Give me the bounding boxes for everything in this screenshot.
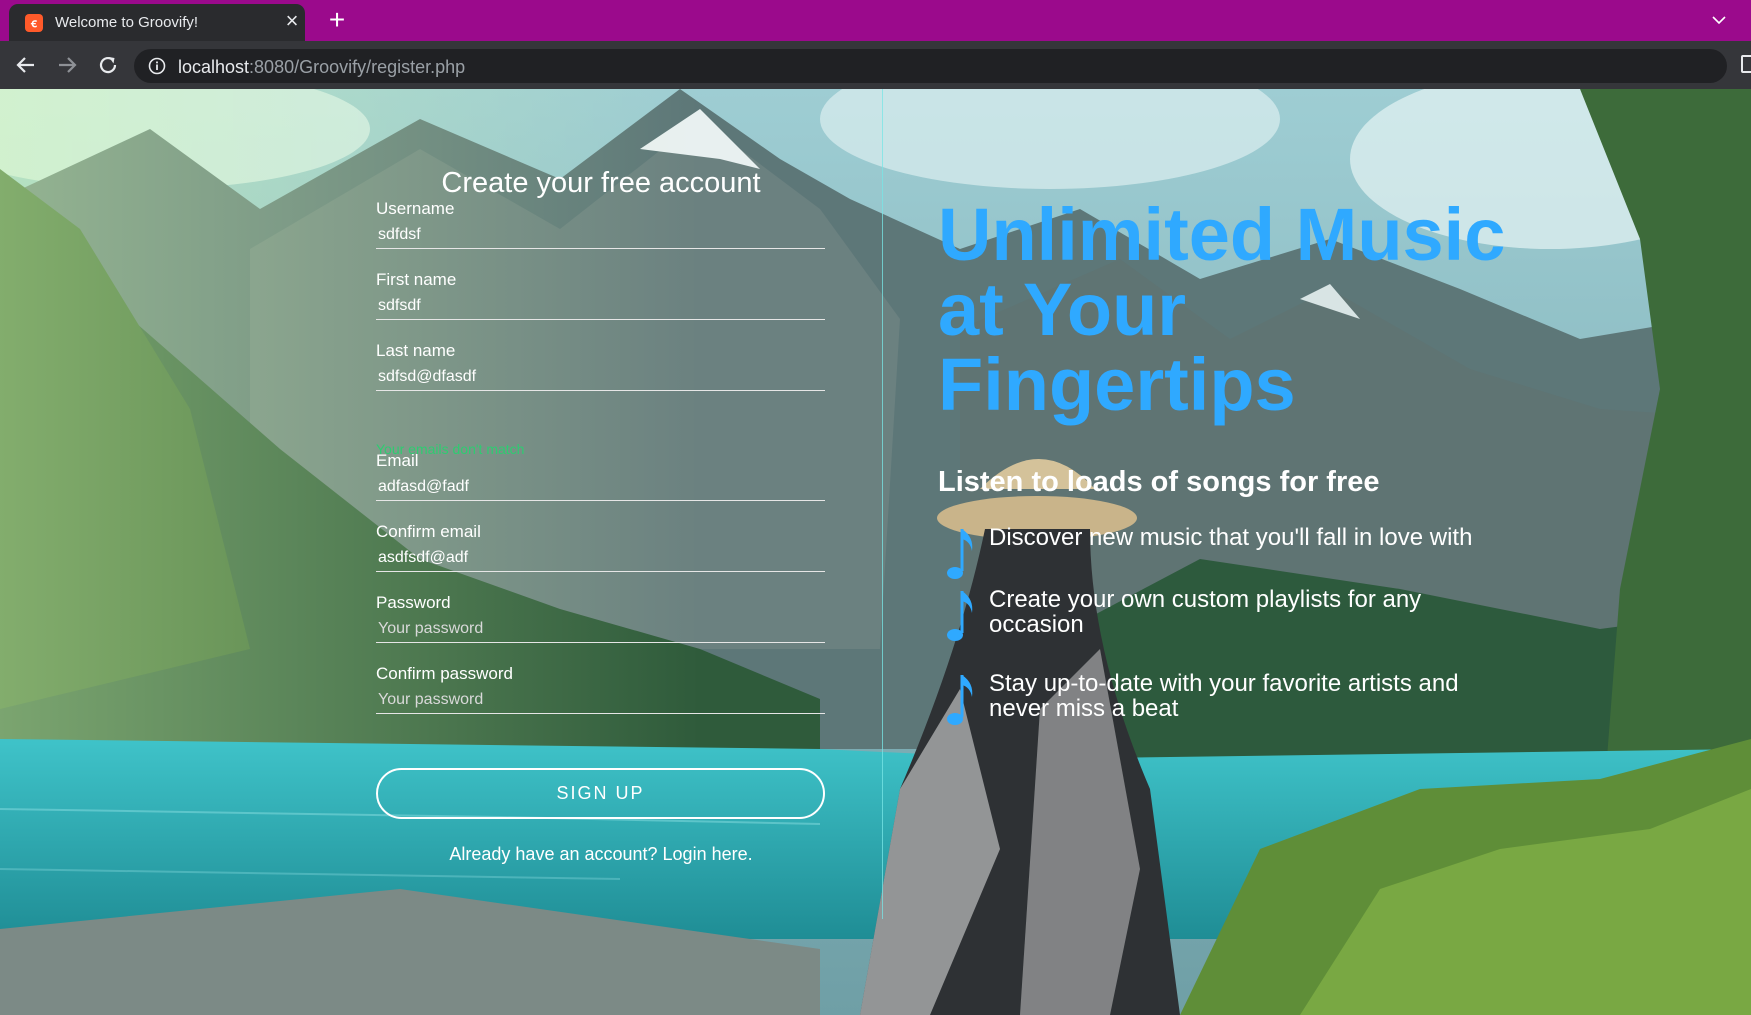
login-link[interactable]: Already have an account? Login here. (376, 844, 826, 865)
tab-search-chevron-icon[interactable] (1706, 8, 1732, 32)
back-arrow-icon[interactable] (12, 51, 40, 79)
url-path: :8080/Groovify/register.php (249, 57, 466, 77)
username-field: Username sdfdsf (376, 199, 825, 249)
username-input[interactable]: sdfdsf (376, 223, 825, 249)
new-tab-button[interactable]: + (322, 6, 352, 36)
password-input[interactable]: Your password (376, 617, 825, 643)
first-name-field: First name sdfsdf (376, 270, 825, 320)
last-name-label: Last name (376, 341, 456, 360)
address-bar[interactable]: localhost:8080/Groovify/register.php (134, 49, 1727, 83)
username-label: Username (376, 199, 455, 218)
side-panel-icon[interactable] (1741, 55, 1751, 73)
headline-line: at Your (938, 268, 1187, 351)
headline: Unlimited Music at Your Fingertips (938, 197, 1558, 422)
browser-toolbar: localhost:8080/Groovify/register.php (0, 41, 1751, 89)
browser-tab-bar: ꞓ Welcome to Groovify! × + (0, 0, 1751, 41)
email-input[interactable]: adfasd@fadf (376, 475, 825, 501)
email-label: Email (376, 451, 419, 470)
password-label: Password (376, 593, 451, 612)
forward-arrow-icon[interactable] (53, 51, 81, 79)
sign-up-button[interactable]: SIGN UP (376, 768, 825, 819)
subheading: Listen to loads of songs for free (938, 466, 1380, 498)
last-name-input[interactable]: sdfsd@dfasdf (376, 365, 825, 391)
confirm-password-label: Confirm password (376, 664, 513, 683)
confirm-email-label: Confirm email (376, 522, 481, 541)
headline-line: Fingertips (938, 343, 1296, 426)
form-title: Create your free account (441, 167, 761, 199)
first-name-label: First name (376, 270, 457, 289)
confirm-password-input[interactable]: Your password (376, 688, 825, 714)
music-note-icon (944, 587, 984, 649)
url-text[interactable]: localhost:8080/Groovify/register.php (178, 57, 465, 78)
site-info-icon[interactable] (148, 57, 166, 75)
register-page: Create your free account Username sdfdsf… (0, 89, 1751, 1015)
music-note-icon (944, 671, 984, 733)
browser-tab[interactable]: ꞓ Welcome to Groovify! × (9, 4, 305, 41)
url-host: localhost (178, 57, 250, 77)
reload-icon[interactable] (94, 51, 122, 79)
first-name-input[interactable]: sdfsdf (376, 294, 825, 320)
password-field: Password Your password (376, 593, 825, 643)
music-note-icon (944, 525, 984, 587)
feature-text: Stay up-to-date with your favorite artis… (989, 670, 1459, 722)
feature-text: Discover new music that you'll fall in l… (989, 524, 1473, 551)
confirm-password-field: Confirm password Your password (376, 664, 825, 714)
feature-text: Create your own custom playlists for any… (989, 586, 1422, 638)
confirm-email-field: Confirm email asdfsdf@adf (376, 522, 825, 572)
tab-title: Welcome to Groovify! (55, 14, 199, 31)
groovify-favicon-icon: ꞓ (25, 14, 43, 32)
center-divider (882, 89, 883, 919)
email-field: Email adfasd@fadf (376, 451, 825, 501)
last-name-field: Last name sdfsd@dfasdf (376, 341, 825, 391)
tab-close-icon[interactable]: × (280, 9, 304, 33)
headline-line: Unlimited Music (938, 193, 1506, 276)
confirm-email-input[interactable]: asdfsdf@adf (376, 546, 825, 572)
